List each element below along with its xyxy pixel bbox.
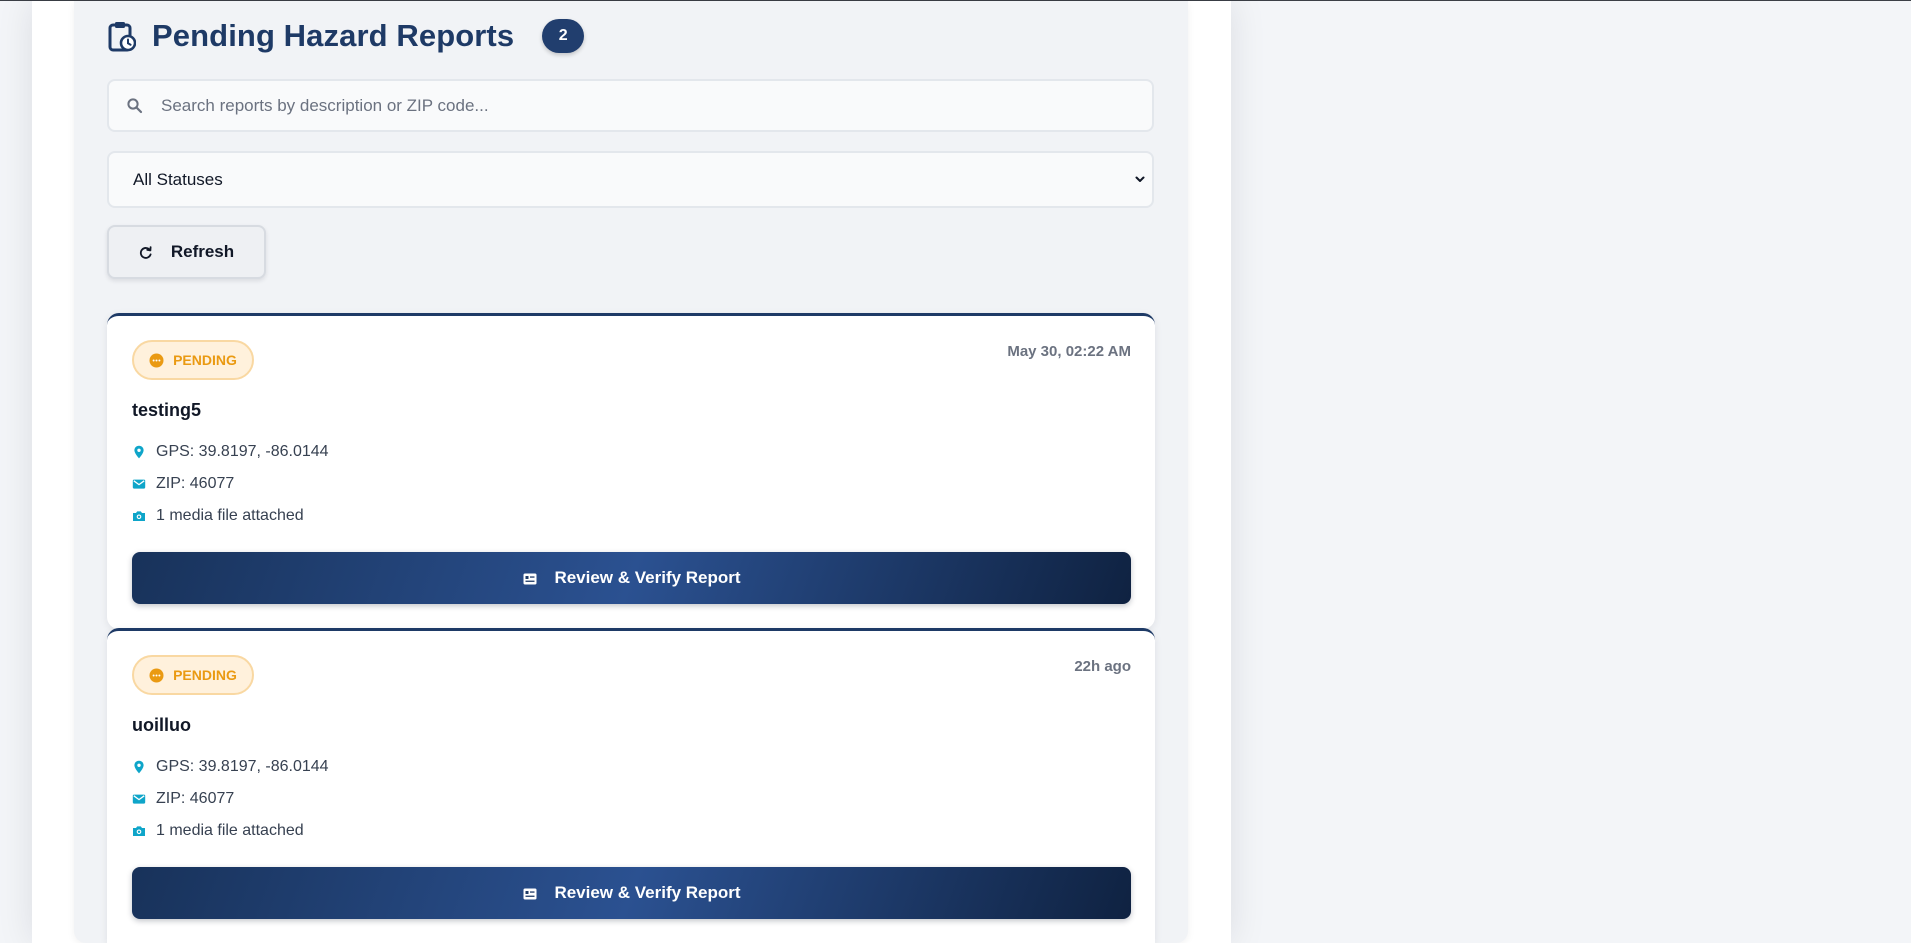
media-count: 1 media file attached [156,822,304,839]
search-input[interactable] [159,94,1152,117]
review-verify-label: Review & Verify Report [554,883,741,902]
id-card-icon [522,886,538,900]
report-title: uoilluo [132,715,191,735]
zip-row: ZIP: 46077 [132,475,234,493]
pending-clock-icon [149,353,164,368]
report-title: testing5 [132,400,202,420]
refresh-icon [139,245,153,259]
gps-coordinates: GPS: 39.8197, -86.0144 [156,758,329,775]
media-row: 1 media file attached [132,822,304,840]
refresh-label: Refresh [170,242,235,261]
panel-header: Pending Hazard Reports 2 [108,14,585,58]
search-icon [126,97,144,115]
clipboard-clock-icon [108,20,138,52]
zip-code: ZIP: 46077 [156,790,235,807]
media-row: 1 media file attached [132,507,304,525]
review-verify-button[interactable]: Review & Verify Report [132,552,1131,604]
report-card: PENDING 22h ago uoilluo GPS: 39.8197, -8… [107,628,1155,943]
status-filter-select[interactable]: All Statuses [107,151,1154,208]
gps-coordinates: GPS: 39.8197, -86.0144 [156,443,329,460]
camera-icon [132,824,146,838]
search-box[interactable] [107,79,1154,132]
status-label: PENDING [173,667,237,683]
report-card: PENDING May 30, 02:22 AM testing5 GPS: 3… [107,313,1155,629]
review-verify-label: Review & Verify Report [554,568,741,587]
status-label: PENDING [173,352,237,368]
chevron-down-icon [1134,170,1146,190]
page-title: Pending Hazard Reports [152,18,515,53]
map-pin-icon [132,760,146,774]
map-pin-icon [132,445,146,459]
camera-icon [132,509,146,523]
status-badge: PENDING [132,340,254,380]
report-timestamp: 22h ago [1074,658,1131,675]
envelope-icon [132,477,146,491]
zip-code: ZIP: 46077 [156,475,235,492]
zip-row: ZIP: 46077 [132,790,234,808]
refresh-button[interactable]: Refresh [107,225,266,279]
id-card-icon [522,571,538,585]
gps-row: GPS: 39.8197, -86.0144 [132,443,329,461]
gps-row: GPS: 39.8197, -86.0144 [132,758,329,776]
media-count: 1 media file attached [156,507,304,524]
envelope-icon [132,792,146,806]
pending-clock-icon [149,668,164,683]
status-badge: PENDING [132,655,254,695]
pending-count-badge: 2 [542,19,585,53]
status-filter-value: All Statuses [133,169,223,189]
report-timestamp: May 30, 02:22 AM [1007,343,1131,360]
review-verify-button[interactable]: Review & Verify Report [132,867,1131,919]
